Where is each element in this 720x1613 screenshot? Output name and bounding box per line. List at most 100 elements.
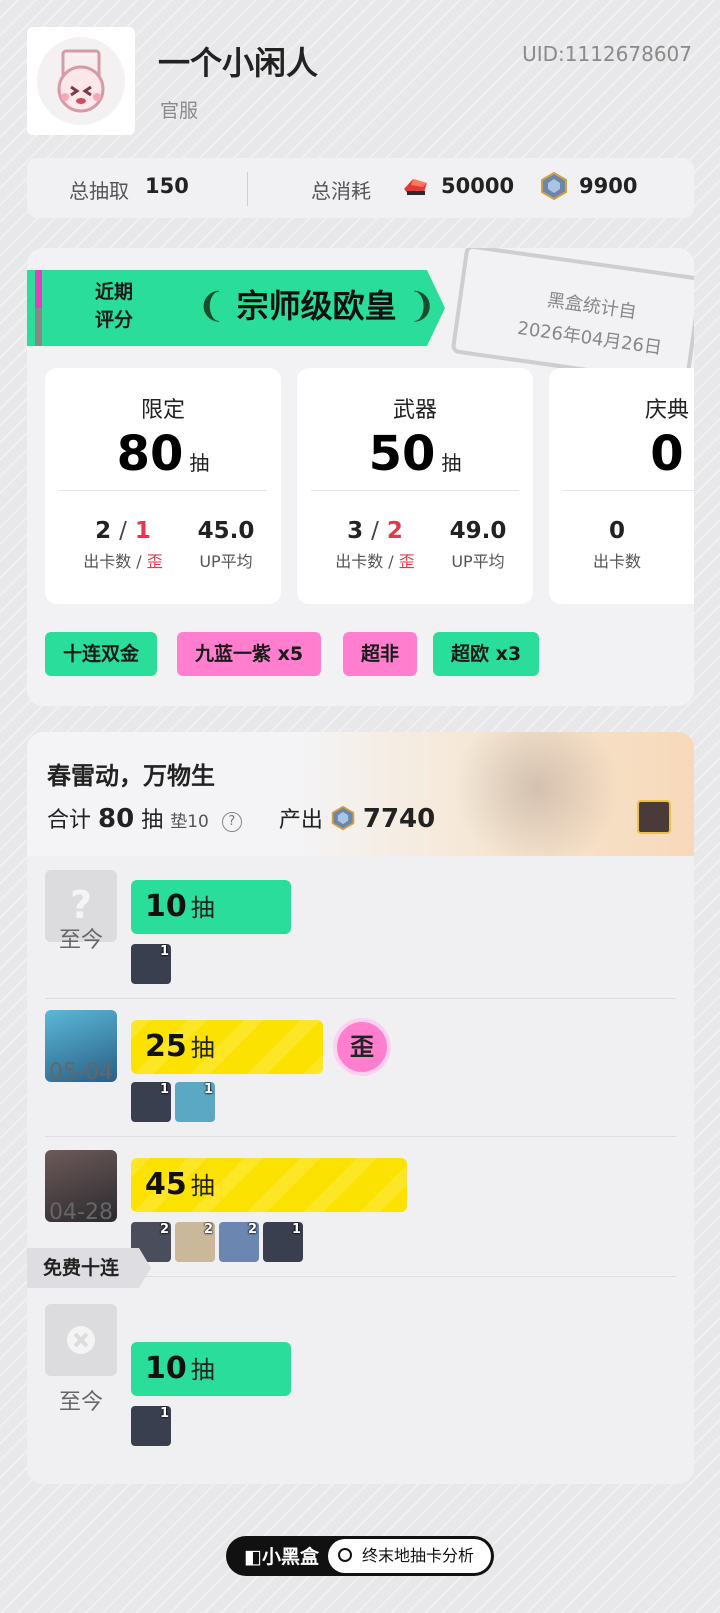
pull-count-bar: 10 抽: [131, 1342, 291, 1396]
mini-character-avatar: 2: [175, 1222, 215, 1262]
uid-label: UID:1112678607: [522, 42, 692, 66]
server-label: 官服: [160, 100, 199, 122]
pool-count-value: 80: [116, 426, 184, 482]
pool-name: 庆典: [644, 398, 689, 423]
mini-character-avatar: 1: [263, 1222, 303, 1262]
cost-item2-value: 9900: [579, 174, 638, 198]
mini-count: 2: [203, 1222, 213, 1237]
cards-value: 0: [608, 518, 625, 544]
search-icon: [338, 1548, 352, 1562]
heybox-logo-icon: ◧: [244, 1546, 262, 1568]
laurel-left-icon: ❨: [197, 286, 226, 326]
cards-label: 出卡数: [592, 552, 641, 571]
avg-value: 49.0: [449, 518, 507, 544]
search-text: 终末地抽卡分析: [362, 1546, 475, 1565]
pool-name: 限定: [140, 398, 185, 423]
banner-character-art: [417, 732, 617, 856]
cost-item1-value: 50000: [441, 174, 515, 198]
pool-count-value: 50: [368, 426, 436, 482]
tag-super-lucky: 超欧 x3: [433, 632, 540, 676]
avatar[interactable]: [27, 27, 135, 135]
empty-character-icon: [45, 1304, 117, 1376]
row-date: 05-04: [49, 1060, 113, 1085]
cards-label: 出卡数: [335, 552, 384, 571]
pool-divider: [311, 490, 519, 491]
off-banner-badge: 歪: [333, 1018, 391, 1076]
help-icon[interactable]: ?: [221, 812, 242, 832]
off-value: 2: [386, 518, 403, 544]
cards-separator: /: [119, 518, 127, 544]
row-date: 至今: [58, 928, 103, 953]
footer-brand-bar[interactable]: ◧小黑盒 终末地抽卡分析: [226, 1536, 494, 1576]
banner-character-thumbnail[interactable]: [637, 800, 671, 834]
pity-value: 垫10: [170, 812, 209, 832]
cards-separator: /: [371, 518, 379, 544]
oroberyl-icon: [330, 805, 356, 831]
pull-count-bar: 25 抽: [131, 1020, 323, 1074]
mini-count: 2: [159, 1222, 169, 1237]
pull-count-unit: 抽: [190, 1356, 215, 1384]
mini-count: 1: [203, 1082, 213, 1097]
laurel-right-icon: ❩: [407, 286, 437, 326]
pool-count: 50 抽: [297, 426, 533, 482]
pool-card-limited[interactable]: 限定 80 抽 2 / 1 出卡数 / 歪 45.0 UP平均: [45, 368, 281, 604]
mini-count: 1: [159, 944, 169, 959]
pull-count-bar: 45 抽: [131, 1158, 407, 1212]
tag-double-gold: 十连双金: [45, 632, 158, 676]
banner-name: 春雷动，万物生: [47, 762, 215, 790]
username: 一个小闲人: [158, 44, 319, 82]
tag-super-unlucky: 超非: [343, 632, 418, 676]
rating-stripe-accent: [35, 270, 42, 308]
output-value: 7740: [362, 804, 436, 834]
origeometry-icon: [401, 171, 431, 201]
output-label: 产出: [278, 808, 323, 833]
pull-count-value: 45: [145, 1167, 187, 1202]
pool-avg-stat: 49.0 UP平均: [433, 518, 523, 572]
totals-bar: 总抽取 150 总消耗 50000 9900: [27, 158, 694, 218]
avg-label: UP平均: [451, 552, 505, 571]
pool-cards-stat: 0 出卡数: [577, 518, 657, 572]
recent-label-line1: 近期: [95, 281, 134, 303]
mini-character-avatar: 1: [131, 944, 171, 984]
mini-character-avatar: 1: [131, 1406, 171, 1446]
row-separator: [45, 1136, 676, 1137]
row-separator: [45, 998, 676, 999]
total-pulls-value: 150: [145, 174, 189, 198]
rating-title-text: 宗师级欧皇: [236, 287, 397, 325]
stats-stamp: [450, 248, 694, 387]
mini-character-avatar: 2: [219, 1222, 259, 1262]
rating-card: 黑盒统计自 2026年04月26日 近期 评分 ❨ 宗师级欧皇 ❩ 限定 80 抽…: [27, 248, 694, 706]
total-cost-label: 总消耗: [311, 179, 371, 203]
pool-count-unit: 抽: [189, 451, 210, 475]
avg-label: UP平均: [199, 552, 253, 571]
cards-label-separator: /: [388, 552, 394, 571]
pool-divider: [59, 490, 267, 491]
footer-brand: ◧小黑盒: [244, 1542, 319, 1569]
mini-count: 2: [247, 1222, 257, 1237]
footer-search-pill[interactable]: 终末地抽卡分析: [328, 1539, 491, 1573]
recent-rating-label: 近期 评分: [95, 278, 133, 334]
pull-count-value: 10: [145, 1351, 187, 1386]
row-date: 04-28: [49, 1200, 113, 1225]
avg-value: 45.0: [197, 518, 255, 544]
free-ten-pull-tag: 免费十连: [27, 1248, 151, 1288]
off-label: 歪: [146, 552, 163, 571]
pool-count-value: 0: [650, 426, 684, 482]
total-pulls-label: 总抽取: [69, 179, 129, 203]
pool-divider: [563, 490, 694, 491]
pool-cards-stat: 3 / 2 出卡数 / 歪: [325, 518, 425, 572]
mini-count: 1: [159, 1082, 169, 1097]
pool-cards-stat: 2 / 1 出卡数 / 歪: [73, 518, 173, 572]
pool-card-festival[interactable]: 庆典 0 0 出卡数: [549, 368, 694, 604]
pool-card-weapon[interactable]: 武器 50 抽 3 / 2 出卡数 / 歪 49.0 UP平均: [297, 368, 533, 604]
mini-character-avatar: 1: [175, 1082, 215, 1122]
recent-label-line2: 评分: [95, 309, 134, 331]
off-value: 1: [134, 518, 151, 544]
banner-card: 春雷动，万物生 合计 80 抽 垫10 ? 产出 7740 ? 至今 10 抽 1…: [27, 732, 694, 1484]
cards-value: 2: [95, 518, 112, 544]
pull-count-unit: 抽: [190, 1034, 215, 1062]
pool-count: 80 抽: [45, 426, 281, 482]
pool-count: 0: [549, 426, 694, 482]
pull-count-value: 10: [145, 889, 187, 924]
tag-nine-blue: 九蓝一紫 x5: [177, 632, 322, 676]
